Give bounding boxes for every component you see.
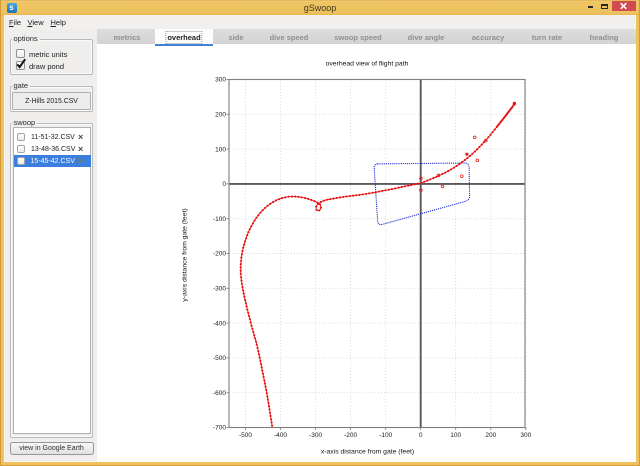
svg-text:-100: -100 bbox=[379, 432, 392, 439]
svg-text:-400: -400 bbox=[274, 432, 287, 439]
svg-text:-300: -300 bbox=[213, 286, 226, 293]
svg-text:-600: -600 bbox=[213, 390, 226, 397]
svg-text:300: 300 bbox=[520, 432, 531, 439]
svg-text:-300: -300 bbox=[309, 432, 322, 439]
svg-text:-400: -400 bbox=[213, 320, 226, 327]
svg-text:0: 0 bbox=[419, 432, 423, 439]
svg-text:100: 100 bbox=[215, 146, 226, 153]
svg-text:0: 0 bbox=[222, 181, 226, 188]
svg-text:-500: -500 bbox=[213, 355, 226, 362]
svg-text:300: 300 bbox=[215, 77, 226, 84]
svg-text:y-axis distance from gate (fee: y-axis distance from gate (feet) bbox=[182, 208, 189, 301]
svg-text:-100: -100 bbox=[213, 216, 226, 223]
svg-text:-200: -200 bbox=[213, 251, 226, 258]
svg-text:200: 200 bbox=[485, 432, 496, 439]
svg-text:x-axis distance from gate (fee: x-axis distance from gate (feet) bbox=[321, 448, 414, 455]
svg-text:-700: -700 bbox=[213, 425, 226, 432]
svg-text:-200: -200 bbox=[344, 432, 357, 439]
svg-text:200: 200 bbox=[215, 112, 226, 119]
svg-text:-500: -500 bbox=[239, 432, 252, 439]
svg-text:overhead view of flight path: overhead view of flight path bbox=[326, 61, 409, 68]
svg-text:100: 100 bbox=[450, 432, 461, 439]
